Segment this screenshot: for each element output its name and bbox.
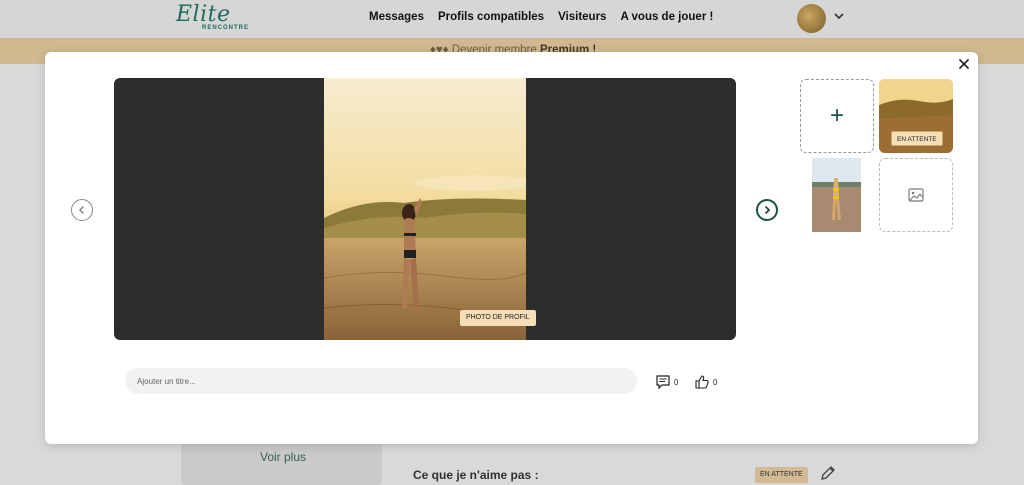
image-placeholder-icon xyxy=(908,188,924,202)
pending-badge: EN ATTENTE xyxy=(891,131,943,146)
chevron-down-icon[interactable] xyxy=(834,11,844,24)
close-icon xyxy=(958,58,970,70)
photo-modal: PHOTO DE PROFIL + EN ATTENTE Ajouter un … xyxy=(45,52,978,444)
like-button[interactable]: 0 xyxy=(694,374,717,390)
photo-viewer: PHOTO DE PROFIL xyxy=(114,78,736,340)
empty-photo-slot xyxy=(879,158,953,232)
nav-a-vous-de-jouer[interactable]: A vous de jouer ! xyxy=(620,11,713,23)
nav-visiteurs[interactable]: Visiteurs xyxy=(558,11,606,23)
comment-icon xyxy=(656,375,670,390)
site-logo[interactable]: Elite RENCONTRE xyxy=(176,2,256,34)
top-header: Elite RENCONTRE Messages Profils compati… xyxy=(0,0,1024,38)
thumbnail-dunes[interactable]: EN ATTENTE xyxy=(879,79,953,153)
chevron-left-icon xyxy=(78,205,85,215)
comments-button[interactable]: 0 xyxy=(655,374,678,390)
main-nav: Messages Profils compatibles Visiteurs A… xyxy=(369,11,713,23)
chevron-right-icon xyxy=(764,205,771,215)
comments-count: 0 xyxy=(674,377,679,387)
likes-count: 0 xyxy=(713,377,718,387)
nav-messages[interactable]: Messages xyxy=(369,11,424,23)
thumbnail-beach[interactable] xyxy=(812,158,861,232)
user-avatar[interactable] xyxy=(797,4,826,33)
photo-title-input[interactable] xyxy=(125,368,637,394)
previous-photo-button[interactable] xyxy=(71,199,93,221)
next-photo-button[interactable] xyxy=(756,199,778,221)
profile-photo-badge: PHOTO DE PROFIL xyxy=(460,310,536,326)
plus-icon: + xyxy=(829,102,844,129)
logo-subtitle: RENCONTRE xyxy=(202,25,250,31)
nav-profils-compatibles[interactable]: Profils compatibles xyxy=(438,11,544,23)
logo-text: Elite xyxy=(176,2,231,27)
thumbs-up-icon xyxy=(695,375,709,389)
main-photo[interactable] xyxy=(324,78,526,340)
close-button[interactable] xyxy=(956,58,972,74)
add-photo-button[interactable]: + xyxy=(800,79,874,153)
beach-photo xyxy=(812,158,861,232)
